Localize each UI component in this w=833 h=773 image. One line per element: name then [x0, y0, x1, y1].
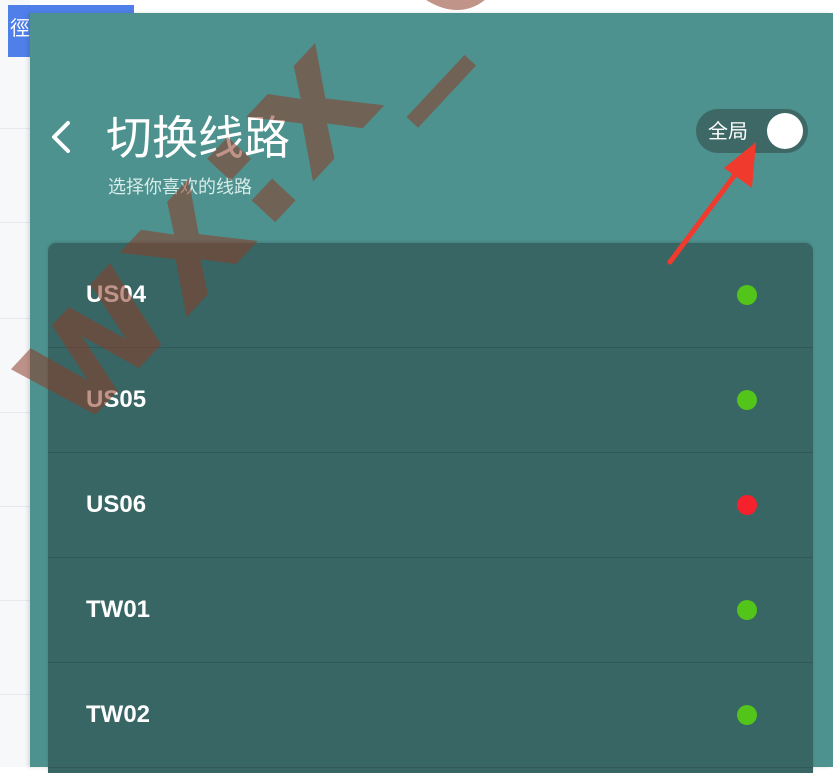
line-name: US05 [86, 386, 147, 413]
status-dot [737, 285, 757, 305]
switch-line-panel: 切换线路 选择你喜欢的线路 全局 US04 US05 US06 TW01 TW02 [30, 13, 833, 773]
line-row-tw01[interactable]: TW01 [48, 558, 813, 663]
line-row-us04[interactable]: US04 [48, 243, 813, 348]
status-dot [737, 495, 757, 515]
background-divider [0, 694, 30, 695]
toggle-label: 全局 [708, 119, 748, 143]
status-dot [737, 390, 757, 410]
line-row-us06[interactable]: US06 [48, 453, 813, 558]
background-divider [0, 128, 30, 129]
background-divider [0, 506, 30, 507]
line-name: TW02 [86, 701, 151, 728]
line-name: US06 [86, 491, 147, 518]
line-row-us05[interactable]: US05 [48, 348, 813, 453]
background-divider [0, 318, 30, 319]
global-mode-toggle[interactable]: 全局 [696, 109, 808, 153]
line-name: TW01 [86, 596, 151, 623]
background-divider [0, 412, 30, 413]
chevron-left-icon [52, 121, 70, 153]
line-row-tw02[interactable]: TW02 [48, 663, 813, 768]
background-divider [0, 600, 30, 601]
status-dot [737, 705, 757, 725]
page-subtitle: 选择你喜欢的线路 [108, 177, 252, 198]
status-dot [737, 600, 757, 620]
back-button[interactable] [44, 117, 78, 157]
line-name: US04 [86, 281, 147, 308]
page-title: 切换线路 [106, 111, 290, 165]
background-divider [0, 222, 30, 223]
line-list: US04 US05 US06 TW01 TW02 [48, 243, 813, 773]
background-app [0, 0, 30, 767]
toggle-knob [767, 113, 803, 149]
